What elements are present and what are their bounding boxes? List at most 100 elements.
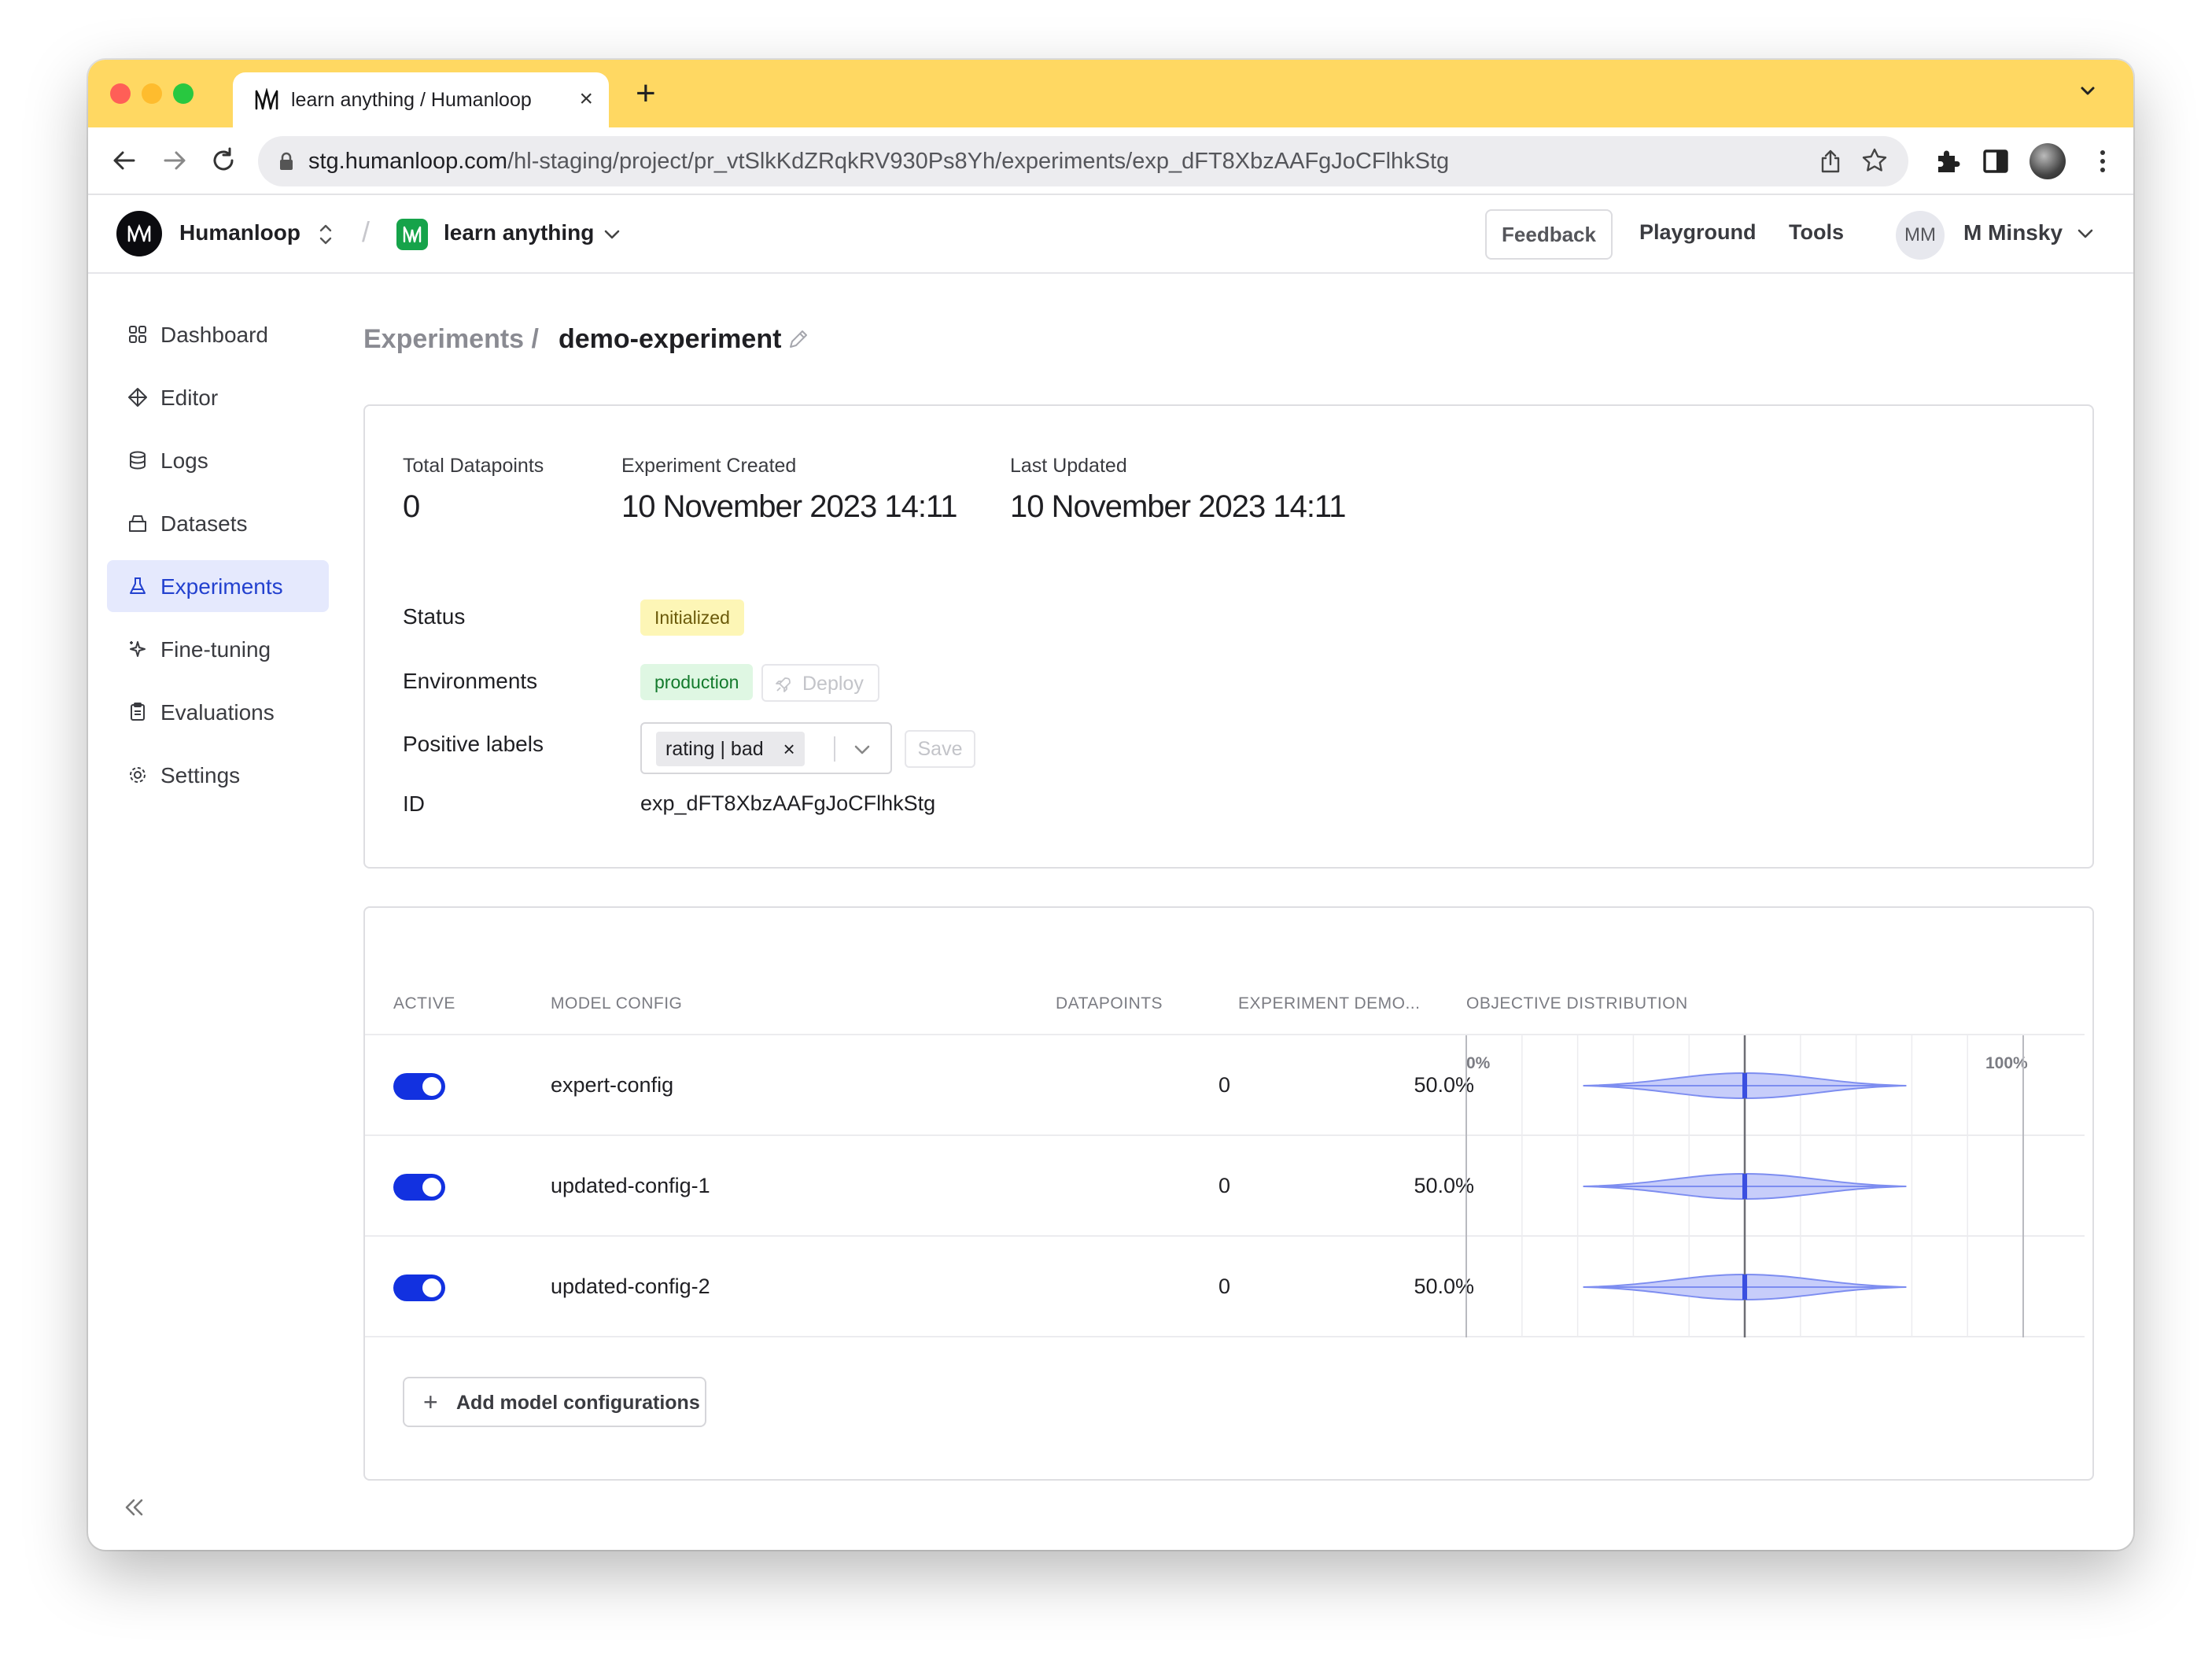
sidebar-item-editor[interactable]: Editor <box>107 371 329 423</box>
tab-title: learn anything / Humanloop <box>291 89 532 111</box>
org-switcher-icon[interactable] <box>316 219 335 250</box>
column-header-objective-distribution: OBJECTIVE DISTRIBUTION <box>1466 994 1688 1013</box>
sidebar-item-evaluations[interactable]: Evaluations <box>107 686 329 738</box>
sidebar-item-datasets[interactable]: Datasets <box>107 497 329 549</box>
sidebar-item-label: Experiments <box>160 574 283 599</box>
select-divider <box>834 736 835 762</box>
feedback-button[interactable]: Feedback <box>1485 209 1613 260</box>
table-row[interactable]: updated-config-2 0 50.0% <box>365 1237 2085 1337</box>
humanloop-favicon-icon <box>255 88 278 110</box>
table-row[interactable]: updated-config-1 0 50.0% <box>365 1136 2085 1237</box>
tab-list-chevron-icon[interactable] <box>2077 80 2099 102</box>
browser-tab[interactable]: learn anything / Humanloop × <box>233 72 609 127</box>
model-config-name[interactable]: updated-config-1 <box>551 1174 710 1198</box>
objective-distribution-chart <box>1465 1136 2024 1237</box>
column-header-experiment-demo: EXPERIMENT DEMO... <box>1238 994 1421 1013</box>
share-icon[interactable] <box>1819 149 1842 174</box>
positive-labels-select[interactable]: rating | bad × <box>640 722 892 774</box>
active-toggle[interactable] <box>393 1174 445 1201</box>
reload-icon[interactable] <box>209 146 238 175</box>
status-badge: Initialized <box>640 599 744 636</box>
browser-toolbar: stg.humanloop.com/hl-staging/project/pr_… <box>88 127 2133 195</box>
sidebar-item-dashboard[interactable]: Dashboard <box>107 308 329 360</box>
database-icon <box>130 451 146 470</box>
sparkles-icon <box>130 641 146 657</box>
bookmark-star-icon[interactable] <box>1861 147 1888 174</box>
header-separator: / <box>362 216 371 248</box>
chevron-down-icon[interactable] <box>851 740 873 760</box>
sidebar-item-logs[interactable]: Logs <box>107 434 329 486</box>
experiment-id-value: exp_dFT8XbzAAFgJoCFlhkStg <box>640 791 936 815</box>
sidebar-item-label: Dashboard <box>160 323 268 347</box>
org-logo[interactable] <box>116 211 162 256</box>
sidebar-item-label: Logs <box>160 448 208 473</box>
column-header-datapoints: DATAPOINTS <box>1056 994 1163 1013</box>
org-name[interactable]: Humanloop <box>179 220 300 245</box>
back-arrow-icon[interactable] <box>110 146 138 175</box>
column-header-active: ACTIVE <box>393 994 455 1013</box>
stat-label: Experiment Created <box>621 455 797 477</box>
toggle-knob <box>422 1278 441 1297</box>
project-name[interactable]: learn anything <box>444 220 594 245</box>
project-logo-icon <box>403 226 422 243</box>
experiment-share-value: 50.0% <box>1414 1174 1474 1197</box>
user-menu-chevron-down-icon[interactable] <box>2075 223 2096 244</box>
sidebar-item-label: Settings <box>160 763 241 788</box>
user-avatar[interactable]: MM <box>1896 211 1945 260</box>
edit-pencil-icon[interactable] <box>787 327 810 351</box>
sidebar-item-label: Evaluations <box>160 700 275 725</box>
add-model-configurations-label: Add model configurations <box>456 1392 700 1414</box>
project-chevron-down-icon[interactable] <box>601 223 623 245</box>
grid-icon <box>129 326 146 343</box>
address-bar[interactable]: stg.humanloop.com/hl-staging/project/pr_… <box>258 136 1908 186</box>
save-button[interactable]: Save <box>905 730 975 768</box>
side-panel-icon[interactable] <box>1981 146 2011 176</box>
chip-remove-icon[interactable]: × <box>783 732 794 766</box>
experiment-summary-card: Total Datapoints 0 Experiment Created 10… <box>363 404 2094 869</box>
deploy-button[interactable]: Deploy <box>761 664 879 702</box>
objective-distribution-chart <box>1465 1035 2024 1136</box>
model-config-name[interactable]: expert-config <box>551 1073 673 1097</box>
table-row[interactable]: expert-config 0 50.0% <box>365 1035 2085 1136</box>
tab-close-icon[interactable]: × <box>579 86 593 113</box>
sidebar-item-fine-tuning[interactable]: Fine-tuning <box>107 623 329 675</box>
url-text: stg.humanloop.com/hl-staging/project/pr_… <box>308 149 1449 175</box>
stat-label: Last Updated <box>1010 455 1127 477</box>
last-updated-value: 10 November 2023 14:11 <box>1010 489 1346 524</box>
tools-link[interactable]: Tools <box>1789 220 1844 245</box>
datapoints-value: 0 <box>1218 1275 1230 1298</box>
label-chip: rating | bad × <box>656 732 805 766</box>
experiment-share-value: 50.0% <box>1414 1275 1474 1298</box>
sidebar-item-settings[interactable]: Settings <box>107 749 329 801</box>
deploy-label: Deploy <box>802 673 864 695</box>
playground-link[interactable]: Playground <box>1639 220 1757 245</box>
datapoints-value: 0 <box>1218 1073 1230 1097</box>
forward-arrow-icon[interactable] <box>160 146 189 175</box>
toggle-knob <box>422 1178 441 1197</box>
distribution-median-marker <box>1742 1073 1747 1098</box>
browser-menu-icon[interactable] <box>2088 146 2118 176</box>
sidebar-item-label: Datasets <box>160 511 248 536</box>
active-toggle[interactable] <box>393 1275 445 1301</box>
id-label: ID <box>403 791 425 816</box>
breadcrumb-experiments-link[interactable]: Experiments / <box>363 324 539 355</box>
environments-label: Environments <box>403 669 538 693</box>
user-name[interactable]: M Minsky <box>1963 220 2063 245</box>
model-config-name[interactable]: updated-config-2 <box>551 1275 710 1299</box>
add-model-configurations-button[interactable]: + Add model configurations <box>403 1377 706 1427</box>
plus-icon: + <box>423 1388 438 1416</box>
environment-badge: production <box>640 664 754 700</box>
window-close-button[interactable] <box>110 83 131 104</box>
distribution-median-marker <box>1742 1275 1747 1300</box>
window-zoom-button[interactable] <box>173 83 194 104</box>
sidebar-item-experiments[interactable]: Experiments <box>107 560 329 612</box>
profile-avatar[interactable] <box>2030 143 2066 179</box>
collapse-sidebar-icon[interactable] <box>120 1493 148 1522</box>
extensions-puzzle-icon[interactable] <box>1932 146 1962 176</box>
active-toggle[interactable] <box>393 1073 445 1100</box>
browser-window: learn anything / Humanloop × + stg.human… <box>88 60 2133 1550</box>
rocket-icon <box>776 677 791 692</box>
url-host: stg.humanloop.com <box>308 149 508 174</box>
window-minimize-button[interactable] <box>142 83 162 104</box>
new-tab-button[interactable]: + <box>636 74 656 113</box>
